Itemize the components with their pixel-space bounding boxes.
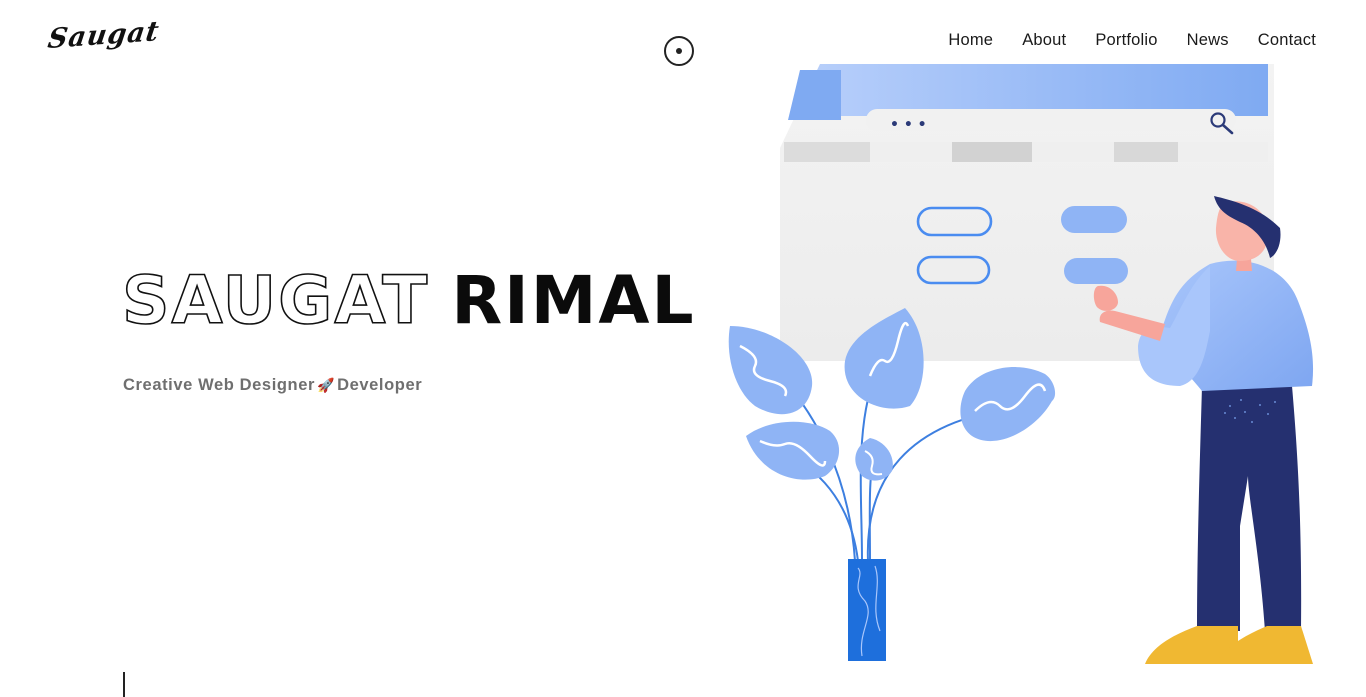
plant-vase: [848, 559, 886, 661]
subtitle-role-developer: Developer: [337, 376, 423, 394]
theme-toggle-button[interactable]: [664, 36, 694, 66]
hero-title: SAUGAT RIMAL: [121, 267, 696, 335]
subtitle-role-designer: Creative Web Designer: [123, 376, 316, 394]
nav-portfolio[interactable]: Portfolio: [1095, 31, 1157, 50]
hero-illustration: • • •: [728, 64, 1314, 664]
nav-home[interactable]: Home: [948, 31, 993, 50]
circle-dot-icon: [676, 48, 682, 54]
nav-about[interactable]: About: [1022, 31, 1066, 50]
nav-contact[interactable]: Contact: [1258, 31, 1316, 50]
site-logo[interactable]: Saugat: [46, 16, 162, 55]
hero-last-name: RIMAL: [451, 262, 696, 339]
hero-subtitle: Creative Web Designer 🚀 Developer: [123, 376, 422, 395]
nav-news[interactable]: News: [1187, 31, 1229, 50]
main-nav: Home About Portfolio News Contact: [948, 31, 1316, 50]
scroll-indicator: [123, 672, 125, 697]
hero-first-name: SAUGAT: [121, 262, 430, 339]
rocket-icon: 🚀: [317, 377, 336, 393]
search-placeholder: • • •: [890, 117, 927, 133]
